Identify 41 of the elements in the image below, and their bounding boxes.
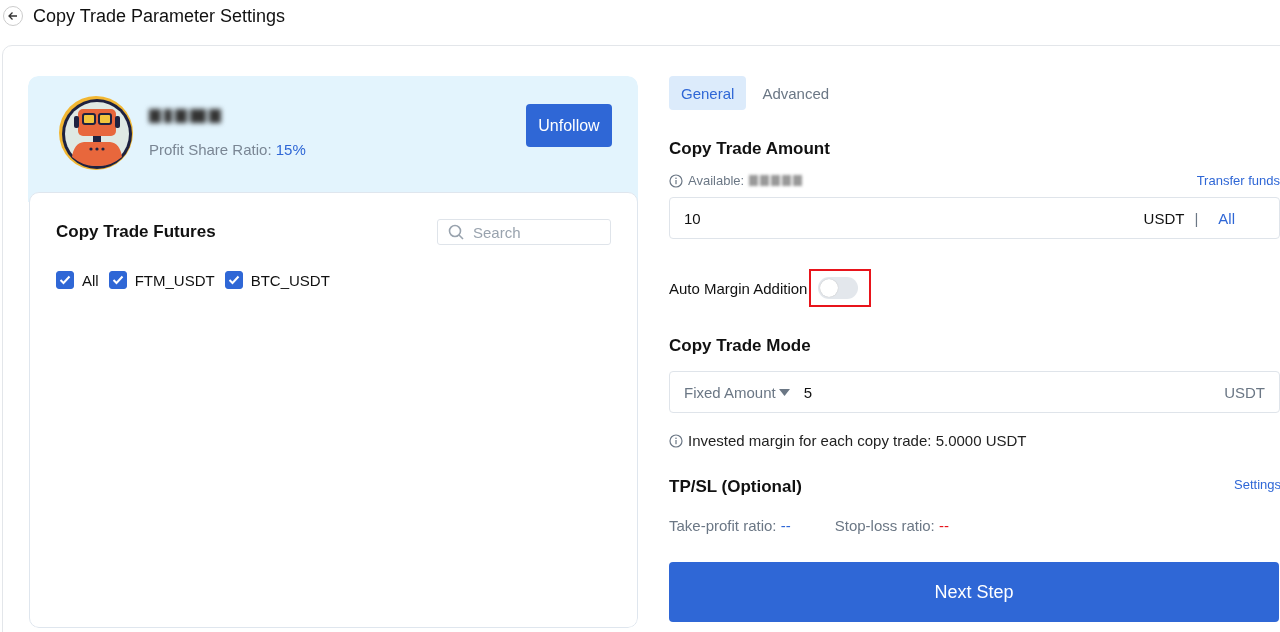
back-button[interactable]	[3, 6, 23, 26]
take-profit-ratio: Take-profit ratio: --	[669, 517, 791, 534]
search-icon	[448, 224, 464, 240]
mode-field[interactable]: Fixed Amount 5 USDT	[669, 371, 1280, 413]
tab[interactable]: Advanced	[750, 76, 842, 110]
section-title: Copy Trade Mode	[669, 336, 812, 356]
unfollow-button[interactable]: Unfollow	[526, 104, 612, 147]
page-title: Copy Trade Parameter Settings	[33, 5, 286, 27]
profit-share-ratio: Profit Share Ratio: 15%	[149, 141, 306, 158]
transfer-funds-link[interactable]: Transfer funds	[1196, 173, 1280, 188]
checkbox[interactable]	[56, 271, 74, 289]
info-icon	[669, 173, 683, 188]
unit-label: USDT	[1224, 383, 1265, 401]
info-icon	[669, 433, 683, 448]
checkbox-label: BTC_USDT	[250, 271, 330, 289]
tab[interactable]: General	[669, 76, 747, 110]
all-link[interactable]: All	[1218, 209, 1235, 227]
checkbox-label: FTM_USDT	[134, 271, 215, 289]
mode-value: 5	[803, 383, 813, 401]
checkbox-label: All	[82, 271, 99, 289]
stop-loss-ratio: Stop-loss ratio: --	[834, 517, 949, 534]
checkbox[interactable]	[224, 271, 243, 289]
next-step-button[interactable]: Next Step	[669, 562, 1279, 622]
settings-link[interactable]: Settings	[1234, 476, 1280, 492]
mode-dropdown[interactable]: Fixed Amount	[684, 383, 790, 401]
separator: |	[1194, 209, 1199, 227]
auto-margin-label: Auto Margin Addition	[669, 279, 808, 297]
caret-icon	[778, 388, 790, 396]
section-title: Copy Trade Amount	[669, 139, 831, 159]
section-title: TP/SL (Optional)	[669, 477, 802, 497]
unit-label: USDT	[1143, 209, 1185, 227]
amount-value: 10	[684, 209, 701, 227]
checkbox[interactable]	[108, 271, 127, 289]
blurred-balance	[749, 175, 803, 186]
margin-note: Invested margin for each copy trade: 5.0000 USDT	[688, 432, 1027, 449]
search-field[interactable]: Search	[437, 219, 611, 245]
section-title: Copy Trade Futures	[56, 222, 216, 242]
toggle-switch[interactable]	[818, 277, 859, 299]
back-arrow-icon	[7, 10, 19, 22]
amount-field[interactable]: 10 USDT | All	[669, 197, 1280, 239]
available-label: Available:	[688, 173, 745, 188]
